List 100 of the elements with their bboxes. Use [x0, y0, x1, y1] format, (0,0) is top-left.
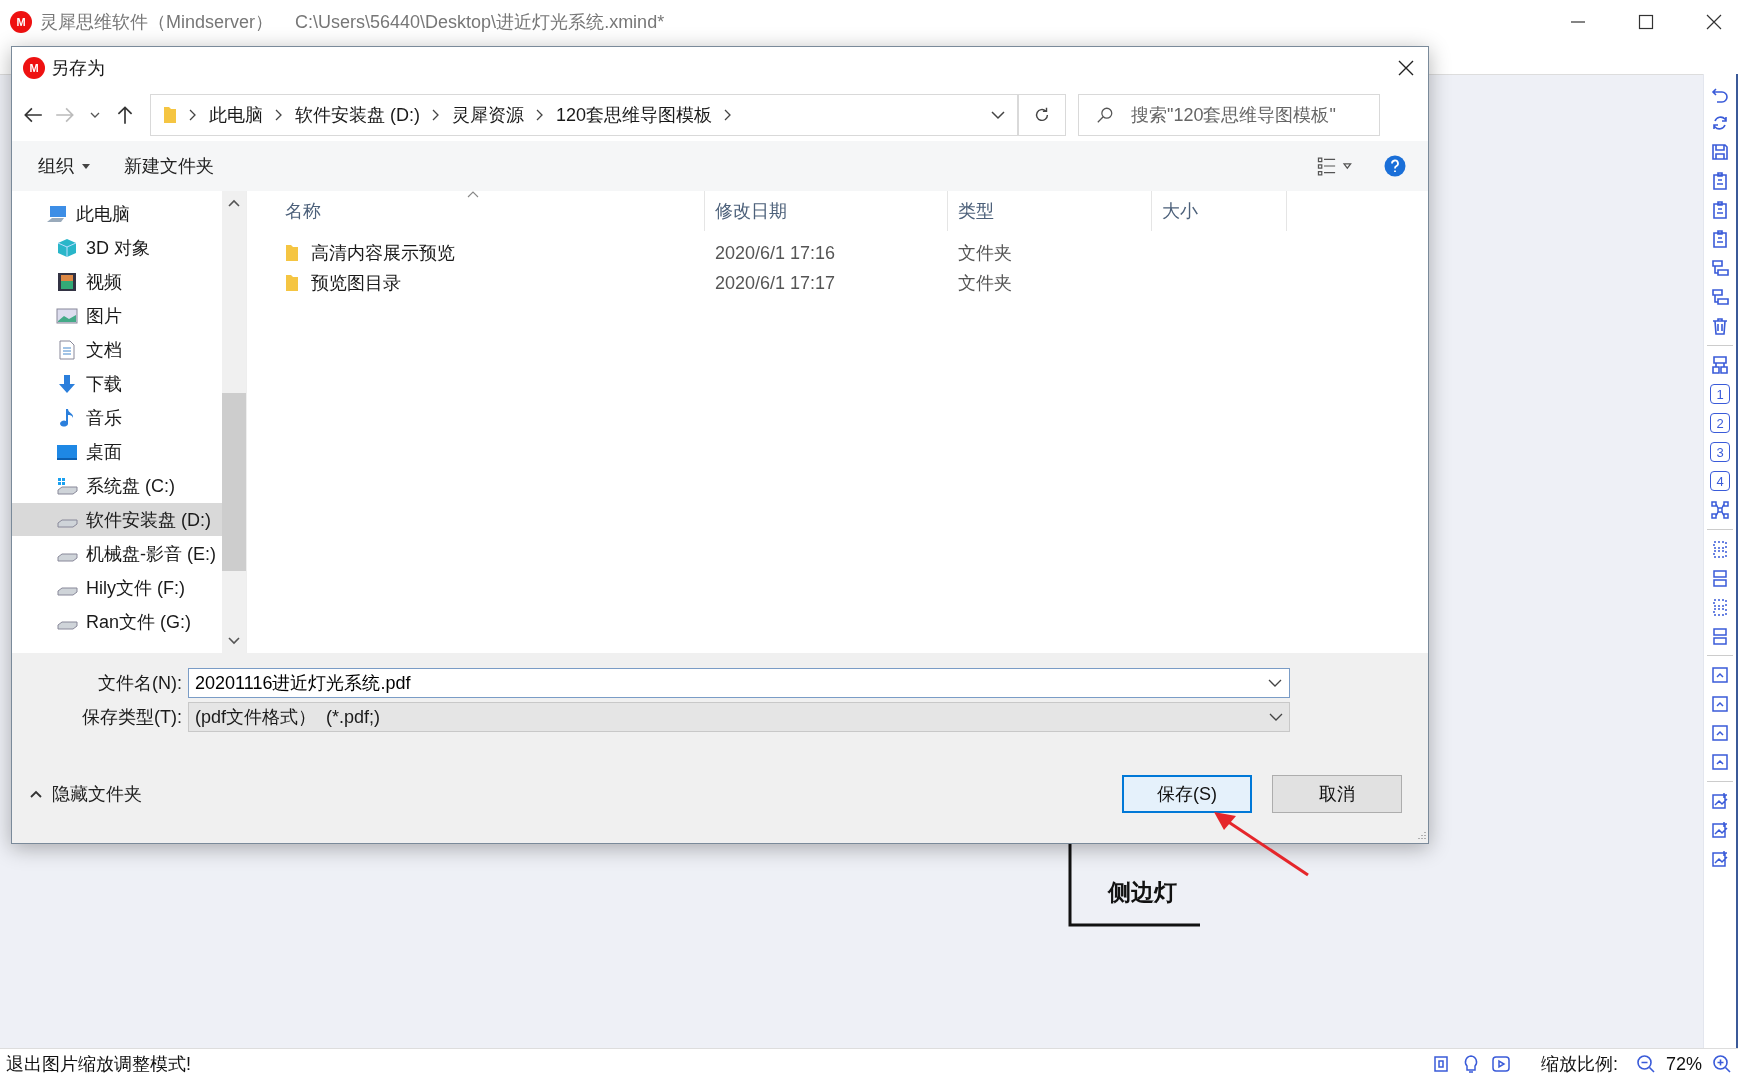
nav-item[interactable]: 机械盘-影音 (E:): [12, 537, 222, 570]
file-row[interactable]: 高清内容展示预览 2020/6/1 17:16 文件夹: [247, 239, 1428, 267]
trash-icon[interactable]: [1710, 316, 1730, 336]
help-icon[interactable]: [1384, 155, 1406, 177]
play-icon[interactable]: [1490, 1054, 1511, 1074]
file-path: C:\Users\56440\Desktop\进近灯光系统.xmind*: [295, 11, 665, 34]
file-type-select[interactable]: (pdf文件格式） (*.pdf;): [188, 702, 1290, 732]
file-row[interactable]: 预览图目录 2020/6/1 17:17 文件夹: [247, 269, 1428, 297]
clipboard-icon[interactable]: [1710, 171, 1730, 191]
image-icon: [56, 305, 78, 326]
nav-item[interactable]: 音乐: [12, 401, 222, 434]
chevron-icon[interactable]: [432, 109, 440, 121]
drive-icon: [56, 519, 78, 528]
clipboard-check-icon[interactable]: [1710, 229, 1730, 249]
file-name-label: 文件名(N):: [97, 672, 183, 695]
nav-item[interactable]: Ran文件 (G:): [12, 605, 222, 638]
sort-caret-icon: [467, 191, 479, 198]
move-up-icon[interactable]: [1710, 665, 1730, 685]
refresh-icon: [1033, 106, 1051, 124]
drive-icon: [56, 475, 78, 496]
dropdown-caret-icon[interactable]: [1268, 678, 1282, 688]
dropdown-caret-icon[interactable]: [991, 110, 1005, 120]
column-header[interactable]: 修改日期: [705, 191, 948, 231]
address-bar[interactable]: 此电脑 软件安装盘 (D:) 灵犀资源 120套思维导图模板: [150, 94, 1018, 136]
level-button[interactable]: 4: [1710, 471, 1730, 491]
scroll-thumb[interactable]: [222, 393, 246, 571]
nav-item[interactable]: 软件安装盘 (D:): [12, 503, 222, 536]
nav-item[interactable]: Hily文件 (F:): [12, 571, 222, 604]
status-message: 退出图片缩放调整模式!: [6, 1053, 191, 1076]
nav-item[interactable]: 3D 对象: [12, 231, 222, 264]
cube-icon: [56, 237, 78, 258]
network-icon[interactable]: [1710, 500, 1730, 520]
topic-icon[interactable]: [1710, 287, 1730, 307]
maximize-icon[interactable]: [1636, 12, 1656, 32]
nav-item[interactable]: 视频: [12, 265, 222, 298]
drive-icon: [56, 587, 78, 596]
chevron-icon[interactable]: [536, 109, 544, 121]
film-icon: [56, 271, 78, 292]
breadcrumb-item[interactable]: 灵犀资源: [452, 103, 524, 127]
organize-menu[interactable]: 组织: [36, 150, 92, 182]
file-name: 高清内容展示预览: [311, 242, 455, 265]
redo-icon[interactable]: [1710, 113, 1730, 133]
column-header[interactable]: 大小: [1152, 191, 1287, 231]
scrollbar[interactable]: [222, 191, 246, 653]
file-name-field[interactable]: 20201116进近灯光系统.pdf: [188, 668, 1290, 698]
level-button[interactable]: 2: [1710, 413, 1730, 433]
new-folder-button[interactable]: 新建文件夹: [122, 150, 216, 182]
file-type: 文件夹: [958, 272, 1012, 295]
drive-icon: [56, 621, 78, 630]
folder-icon: [285, 244, 299, 262]
nav-item[interactable]: 此电脑: [12, 197, 222, 230]
dialog-title: 另存为: [51, 57, 105, 80]
column-header[interactable]: 类型: [948, 191, 1152, 231]
nav-item[interactable]: 图片: [12, 299, 222, 332]
hide-folders-toggle[interactable]: 隐藏文件夹: [24, 781, 148, 807]
search-field[interactable]: 搜索"120套思维导图模板": [1078, 94, 1380, 136]
zoom-out-icon[interactable]: [1635, 1054, 1656, 1074]
topic-node[interactable]: 侧边灯: [1108, 877, 1177, 908]
zoom-label: 缩放比例:: [1540, 1053, 1618, 1076]
app-name: 灵犀思维软件（Mindserver）: [40, 11, 274, 34]
image-add-icon[interactable]: [1710, 791, 1730, 811]
download-icon: [56, 373, 78, 394]
file-type-label: 保存类型(T):: [81, 706, 183, 729]
save-button[interactable]: 保存(S): [1122, 775, 1252, 813]
close-icon[interactable]: [1704, 12, 1724, 32]
chevron-icon[interactable]: [724, 109, 733, 121]
modified-date: 2020/6/1 17:16: [715, 242, 836, 264]
save-icon[interactable]: [1710, 142, 1730, 162]
folder-icon: [285, 274, 299, 292]
dropdown-caret-icon[interactable]: [1269, 712, 1283, 722]
nav-item[interactable]: 下载: [12, 367, 222, 400]
file-type: 文件夹: [958, 242, 1012, 265]
breadcrumb-item[interactable]: 120套思维导图模板: [556, 103, 713, 127]
document-icon: [56, 339, 78, 360]
chevron-icon[interactable]: [189, 109, 197, 121]
recent-caret-icon[interactable]: [90, 110, 100, 120]
nav-item[interactable]: 桌面: [12, 435, 222, 468]
caret-icon[interactable]: [82, 163, 90, 169]
layout-icon[interactable]: [1710, 355, 1730, 375]
dialog-logo: M: [23, 57, 45, 79]
chevron-icon[interactable]: [275, 109, 283, 121]
drive-icon: [56, 553, 78, 562]
subtopic-icon[interactable]: [1710, 258, 1730, 278]
clipboard-icon[interactable]: [1710, 200, 1730, 220]
close-icon[interactable]: [1396, 58, 1416, 78]
cancel-button[interactable]: 取消: [1272, 775, 1402, 813]
refresh-button[interactable]: [1018, 94, 1066, 136]
chevron-up-icon[interactable]: [30, 790, 42, 798]
scroll-up-icon[interactable]: [228, 199, 240, 207]
zoom-in-icon[interactable]: [1712, 1054, 1732, 1074]
scroll-down-icon[interactable]: [228, 637, 240, 645]
breadcrumb-item[interactable]: 软件安装盘 (D:): [295, 103, 420, 127]
zoom-value: 72%: [1665, 1053, 1702, 1075]
breadcrumb-item[interactable]: 此电脑: [209, 103, 263, 127]
level-button[interactable]: 3: [1710, 442, 1730, 462]
resize-grip-icon[interactable]: [1416, 831, 1426, 841]
level-button[interactable]: 1: [1710, 384, 1730, 404]
nav-item[interactable]: 文档: [12, 333, 222, 366]
nav-item[interactable]: 系统盘 (C:): [12, 469, 222, 502]
column-header[interactable]: 名称: [275, 191, 705, 231]
